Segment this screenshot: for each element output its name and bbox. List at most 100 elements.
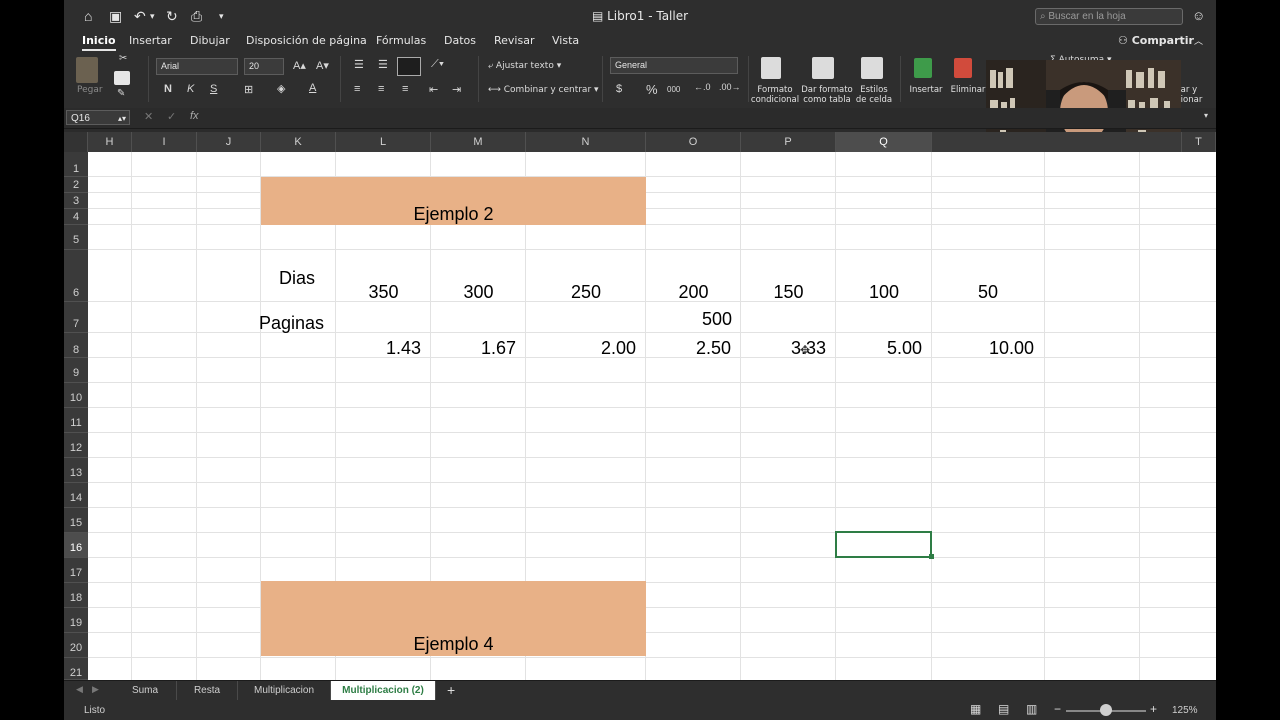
align-left-icon[interactable]: ≡ [354, 83, 360, 95]
column-header[interactable]: O [646, 132, 741, 152]
row-header[interactable]: 3 [64, 193, 88, 209]
row-header[interactable]: 11 [64, 408, 88, 433]
page-layout-view-icon[interactable]: ▤ [998, 702, 1009, 716]
row-header[interactable]: 1 [64, 152, 88, 177]
column-header[interactable]: I [132, 132, 197, 152]
borders-icon[interactable]: ⊞ [244, 83, 253, 96]
sheet-tab-resta[interactable]: Resta [177, 681, 238, 701]
wrap-text-button[interactable]: ⤶ Ajustar texto ▾ [488, 61, 561, 71]
align-center-icon[interactable]: ≡ [378, 83, 384, 95]
row-header[interactable]: 9 [64, 358, 88, 383]
row-header[interactable]: 5 [64, 225, 88, 250]
tab-vista[interactable]: Vista [552, 34, 579, 47]
row-header[interactable]: 6 [64, 250, 88, 302]
font-color-icon[interactable]: A [309, 82, 316, 94]
format-as-table-icon[interactable] [812, 57, 834, 79]
zoom-level[interactable]: 125% [1172, 705, 1198, 716]
align-middle-icon[interactable]: ☰ [378, 58, 388, 71]
insert-function-button[interactable]: fx [190, 110, 199, 122]
row-header[interactable]: 14 [64, 483, 88, 508]
column-header[interactable]: P [741, 132, 836, 152]
add-sheet-icon[interactable]: + [447, 682, 455, 698]
italic-button[interactable]: K [187, 83, 194, 95]
row-header[interactable]: 15 [64, 508, 88, 533]
confirm-icon[interactable]: ✓ [167, 110, 176, 123]
normal-view-icon[interactable]: ▦ [970, 702, 981, 716]
conditional-format-button[interactable]: Formato condicional [750, 85, 800, 105]
orientation-icon[interactable]: ⟋▾ [431, 58, 444, 71]
row-header[interactable]: 18 [64, 583, 88, 608]
share-button[interactable]: ⚇ Compartir [1118, 34, 1194, 47]
prev-sheet-icon[interactable]: ◀ [76, 684, 83, 695]
fill-color-icon[interactable]: ◈ [277, 82, 285, 95]
format-painter-icon[interactable]: ✎ [117, 88, 125, 99]
increase-decimal-icon[interactable]: ←.0 [694, 82, 711, 92]
format-as-table-button[interactable]: Dar formato como tabla [800, 85, 854, 105]
tab-revisar[interactable]: Revisar [494, 34, 534, 47]
tab-datos[interactable]: Datos [444, 34, 476, 47]
row-header[interactable]: 2 [64, 177, 88, 193]
row-header[interactable]: 8 [64, 333, 88, 358]
collapse-ribbon-icon[interactable]: ︿ [1194, 34, 1203, 47]
column-header-selected[interactable]: Q [836, 132, 932, 152]
decrease-font-icon[interactable]: A▾ [316, 59, 329, 72]
fill-handle[interactable] [929, 554, 934, 559]
increase-indent-icon[interactable]: ⇥ [452, 83, 461, 96]
row-header[interactable]: 17 [64, 558, 88, 583]
tab-inicio[interactable]: Inicio [82, 34, 116, 51]
tab-dibujar[interactable]: Dibujar [190, 34, 230, 47]
currency-button[interactable]: $ [616, 83, 622, 95]
sheet-tab-suma[interactable]: Suma [114, 681, 177, 701]
tab-formulas[interactable]: Fórmulas [376, 34, 426, 47]
cut-icon[interactable]: ✂ [119, 53, 127, 64]
cancel-icon[interactable]: ✕ [144, 110, 153, 123]
tab-disposicion[interactable]: Disposición de página [246, 34, 367, 47]
column-header[interactable]: K [261, 132, 336, 152]
zoom-slider-thumb[interactable] [1100, 704, 1112, 716]
copy-icon[interactable] [114, 71, 130, 85]
row-header[interactable]: 21 [64, 658, 88, 680]
bold-button[interactable]: N [164, 83, 172, 95]
worksheet-grid[interactable]: 1 2 3 4 5 6 7 8 9 10 11 12 13 14 15 16 1… [64, 152, 1216, 680]
cell-styles-button[interactable]: Estilos de celda [854, 85, 894, 105]
font-size-select[interactable]: 20 [244, 58, 284, 75]
decrease-indent-icon[interactable]: ⇤ [429, 83, 438, 96]
insert-cells-button[interactable]: Insertar [906, 85, 946, 95]
row-header[interactable]: 4 [64, 209, 88, 225]
conditional-format-icon[interactable] [761, 57, 781, 79]
search-input[interactable]: ⌕ Buscar en la hoja [1035, 8, 1183, 25]
percent-button[interactable]: % [646, 82, 658, 97]
row-header[interactable]: 13 [64, 458, 88, 483]
underline-button[interactable]: S [210, 83, 217, 95]
smiley-feedback-icon[interactable]: ☺ [1192, 7, 1205, 25]
column-header[interactable]: T [1182, 132, 1216, 152]
increase-font-icon[interactable]: A▴ [293, 59, 306, 72]
expand-formula-icon[interactable]: ▾ [1204, 111, 1208, 120]
next-sheet-icon[interactable]: ▶ [92, 684, 99, 695]
column-header[interactable]: L [336, 132, 431, 152]
name-box[interactable]: Q16 ▴▾ [66, 110, 130, 125]
row-header[interactable]: 19 [64, 608, 88, 633]
row-header[interactable]: 20 [64, 633, 88, 658]
cell-styles-icon[interactable] [861, 57, 883, 79]
merge-center-button[interactable]: ⟷ Combinar y centrar ▾ [488, 85, 599, 95]
thousands-button[interactable]: 000 [667, 85, 680, 94]
row-header-selected[interactable]: 16 [64, 533, 88, 558]
column-header-hidden-by-overlay[interactable] [932, 132, 1182, 152]
decrease-decimal-icon[interactable]: .00→ [719, 82, 741, 92]
align-bottom-icon[interactable] [397, 57, 421, 76]
row-header[interactable]: 10 [64, 383, 88, 408]
sheet-tab-multiplicacion[interactable]: Multiplicacion [238, 681, 331, 701]
font-name-select[interactable]: Arial [156, 58, 238, 75]
selected-cell[interactable] [835, 531, 932, 558]
tab-insertar[interactable]: Insertar [129, 34, 172, 47]
row-header[interactable]: 7 [64, 302, 88, 333]
delete-cells-icon[interactable] [954, 58, 972, 78]
zoom-in-icon[interactable]: + [1150, 702, 1157, 716]
page-break-view-icon[interactable]: ▥ [1026, 702, 1037, 716]
zoom-out-icon[interactable]: − [1054, 702, 1061, 716]
paste-icon[interactable] [76, 57, 98, 83]
insert-cells-icon[interactable] [914, 58, 932, 78]
select-all-corner[interactable] [64, 132, 88, 152]
column-header[interactable]: N [526, 132, 646, 152]
